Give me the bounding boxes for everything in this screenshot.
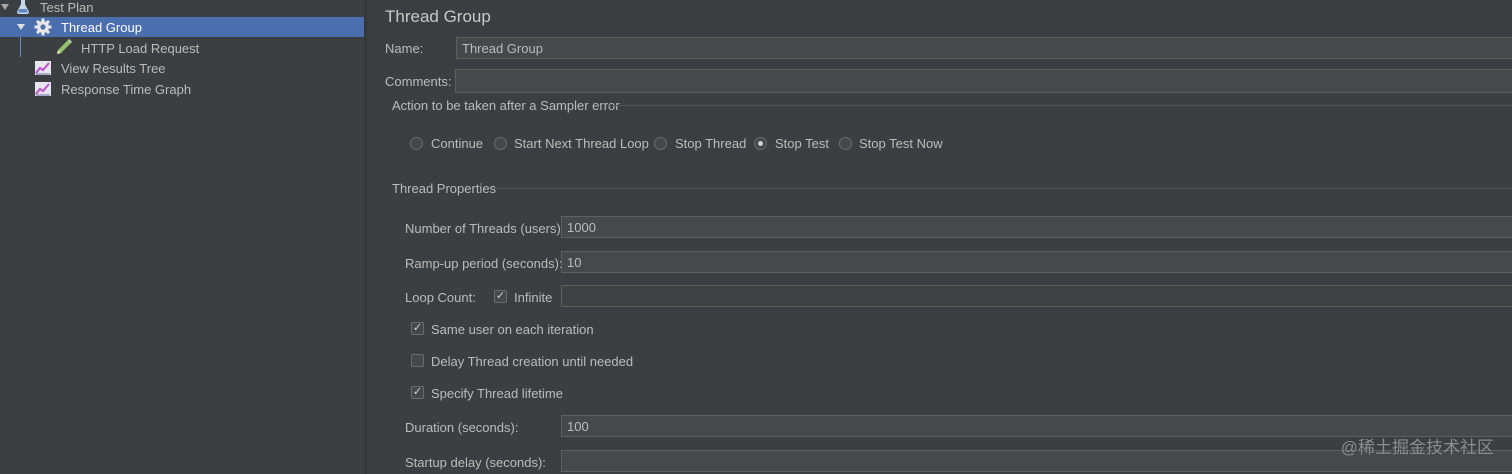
tree-item-thread-group[interactable]: Thread Group	[0, 17, 364, 37]
tree-item-label: Response Time Graph	[61, 81, 192, 97]
delay-thread-label[interactable]: Delay Thread creation until needed	[431, 354, 633, 369]
radio-continue[interactable]	[410, 137, 423, 150]
radio-stop-test-now-label[interactable]: Stop Test Now	[859, 136, 943, 151]
radio-stop-test-label[interactable]: Stop Test	[775, 136, 829, 151]
pen-icon	[57, 39, 72, 54]
rampup-input[interactable]	[561, 251, 1512, 273]
radio-stop-test[interactable]	[754, 137, 767, 150]
flask-icon	[17, 0, 29, 14]
page-title: Thread Group	[385, 7, 491, 26]
radio-start-next-thread-loop[interactable]	[494, 137, 507, 150]
expand-caret-icon[interactable]	[17, 24, 25, 30]
thread-properties-heading: Thread Properties	[392, 181, 497, 196]
infinite-label[interactable]: Infinite	[514, 290, 552, 305]
radio-stop-test-now[interactable]	[839, 137, 852, 150]
tree-item-label: Test Plan	[40, 0, 94, 15]
tree-item-label: View Results Tree	[61, 60, 166, 76]
threads-label: Number of Threads (users):	[405, 221, 565, 236]
name-input[interactable]	[456, 37, 1512, 59]
tree-guide-line	[20, 37, 21, 57]
same-user-checkbox[interactable]: ✓	[411, 322, 424, 335]
tree-item-label: HTTP Load Request	[81, 40, 200, 56]
rampup-label: Ramp-up period (seconds):	[405, 256, 563, 271]
tree-item-label: Thread Group	[61, 19, 142, 35]
loop-count-input[interactable]	[561, 285, 1512, 307]
radio-stop-thread-label[interactable]: Stop Thread	[675, 136, 746, 151]
delay-thread-checkbox[interactable]	[411, 354, 424, 367]
graph-icon	[35, 61, 51, 75]
expand-caret-icon[interactable]	[1, 4, 9, 10]
loop-count-label: Loop Count:	[405, 290, 476, 305]
radio-stop-thread[interactable]	[654, 137, 667, 150]
test-plan-tree: Test Plan Thread Group HTTP Load Request…	[0, 0, 365, 474]
sampler-error-heading: Action to be taken after a Sampler error	[392, 98, 620, 113]
group-divider	[609, 105, 1512, 106]
thread-lifetime-label[interactable]: Specify Thread lifetime	[431, 386, 563, 401]
thread-lifetime-checkbox[interactable]: ✓	[411, 386, 424, 399]
infinite-checkbox[interactable]: ✓	[494, 290, 507, 303]
graph-icon	[35, 82, 51, 96]
threads-input[interactable]	[561, 216, 1512, 238]
gear-icon	[34, 18, 52, 36]
duration-label: Duration (seconds):	[405, 420, 519, 435]
startup-delay-label: Startup delay (seconds):	[405, 455, 546, 470]
group-divider	[492, 188, 1512, 189]
comments-input[interactable]	[455, 69, 1512, 93]
comments-label: Comments:	[385, 74, 452, 89]
name-label: Name:	[385, 41, 424, 56]
radio-continue-label[interactable]: Continue	[431, 136, 483, 151]
watermark: @稀土掘金技术社区	[1340, 438, 1494, 457]
radio-start-next-thread-loop-label[interactable]: Start Next Thread Loop	[514, 136, 649, 151]
same-user-label[interactable]: Same user on each iteration	[431, 322, 594, 337]
thread-group-editor: Thread Group Name: Comments: Action to b…	[367, 0, 1512, 474]
